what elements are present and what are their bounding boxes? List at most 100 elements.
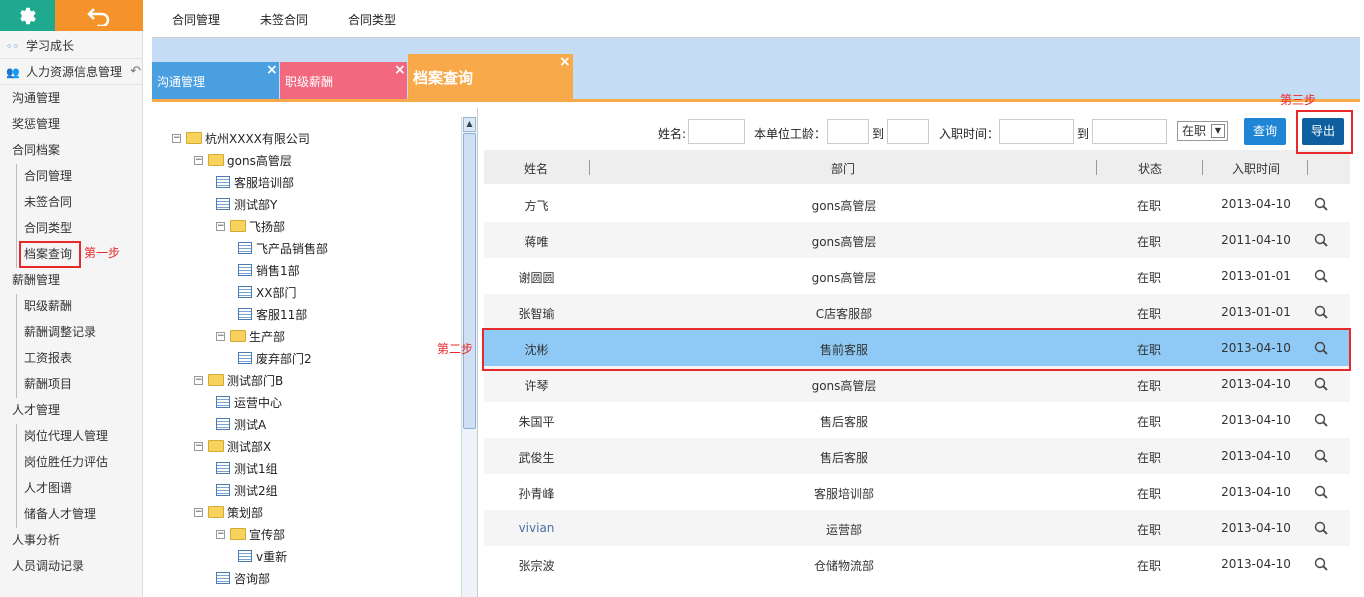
sidebar-item[interactable]: 合同档案 xyxy=(0,137,143,163)
magnifier-icon[interactable] xyxy=(1314,413,1328,427)
sidebar-item[interactable]: 人事分析 xyxy=(0,527,143,553)
close-icon[interactable]: × xyxy=(394,62,406,78)
tree-leaf-node[interactable]: 测试2组 xyxy=(216,480,278,500)
date-from-input[interactable] xyxy=(999,119,1074,144)
tenure-to-input[interactable] xyxy=(887,119,929,144)
table-row[interactable]: 谢圆圆 gons高管层 在职 2013-01-01 xyxy=(484,258,1350,294)
sidebar-item[interactable]: 薪酬调整记录 xyxy=(0,319,143,345)
magnifier-icon[interactable] xyxy=(1314,557,1328,571)
table-row[interactable]: 张宗波 仓储物流部 在职 2013-04-10 xyxy=(484,546,1350,582)
cell-date: 2013-04-10 xyxy=(1221,521,1291,535)
tree-scrollbar[interactable]: ▲ xyxy=(461,117,477,597)
sidebar-item[interactable]: 未签合同 xyxy=(0,189,143,215)
magnifier-icon[interactable] xyxy=(1314,269,1328,283)
sidebar-item[interactable]: 工资报表 xyxy=(0,345,143,371)
tree-leaf-node[interactable]: 测试1组 xyxy=(216,458,278,478)
cell-status: 在职 xyxy=(1136,451,1161,465)
scroll-thumb[interactable] xyxy=(463,133,476,429)
tree-leaf-node[interactable]: 运营中心 xyxy=(216,392,282,412)
topnav-unsigned[interactable]: 未签合同 xyxy=(260,11,308,28)
table-row[interactable]: 张智瑜 C店客服部 在职 2013-01-01 xyxy=(484,294,1350,330)
table-icon xyxy=(216,198,230,210)
tree-folder-node[interactable]: − 策划部 xyxy=(194,502,263,522)
tenure-from-input[interactable] xyxy=(827,119,869,144)
magnifier-icon[interactable] xyxy=(1314,197,1328,211)
table-row[interactable]: 孙青峰 客服培训部 在职 2013-04-10 xyxy=(484,474,1350,510)
settings-button[interactable] xyxy=(0,0,55,31)
collapse-toggle-icon[interactable]: − xyxy=(194,155,203,165)
magnifier-icon[interactable] xyxy=(1314,521,1328,535)
date-to-input[interactable] xyxy=(1092,119,1167,144)
table-row[interactable]: 许琴 gons高管层 在职 2013-04-10 xyxy=(484,366,1350,402)
topnav-contract-manage[interactable]: 合同管理 xyxy=(172,11,220,28)
tree-leaf-node[interactable]: 客服11部 xyxy=(238,304,307,324)
close-icon[interactable]: × xyxy=(266,62,278,78)
tree-folder-node[interactable]: − gons高管层 xyxy=(194,150,292,170)
magnifier-icon[interactable] xyxy=(1314,233,1328,247)
tree-folder-node[interactable]: − 杭州XXXX有限公司 xyxy=(172,128,310,148)
sidebar-item[interactable]: 岗位胜任力评估 xyxy=(0,449,143,475)
tree-leaf-node[interactable]: 测试部Y xyxy=(216,194,277,214)
magnifier-icon[interactable] xyxy=(1314,377,1328,391)
topnav-contract-type[interactable]: 合同类型 xyxy=(348,11,396,28)
table-row[interactable]: vivian 运营部 在职 2013-04-10 xyxy=(484,510,1350,546)
sidebar-item[interactable]: 储备人才管理 xyxy=(0,501,143,527)
close-icon[interactable]: × xyxy=(559,54,571,70)
collapse-toggle-icon[interactable]: − xyxy=(194,507,203,517)
tree-leaf-node[interactable]: 销售1部 xyxy=(238,260,300,280)
collapse-toggle-icon[interactable]: − xyxy=(216,331,225,341)
tree-leaf-node[interactable]: XX部门 xyxy=(238,282,296,302)
collapse-toggle-icon[interactable]: − xyxy=(216,529,225,539)
sidebar-item[interactable]: 职级薪酬 xyxy=(0,293,143,319)
collapse-toggle-icon[interactable]: − xyxy=(172,133,181,143)
back-button[interactable] xyxy=(55,0,143,31)
sidebar-item[interactable]: 人才图谱 xyxy=(0,475,143,501)
table-header: 姓名 部门 状态 入职时间 xyxy=(484,150,1350,184)
sidebar-item[interactable]: 合同类型 xyxy=(0,215,143,241)
magnifier-icon[interactable] xyxy=(1314,305,1328,319)
sidebar-item[interactable]: ◦◦ 学习成长 xyxy=(0,33,143,59)
tab-archive-query[interactable]: 档案查询 × xyxy=(408,54,573,100)
collapse-toggle-icon[interactable]: − xyxy=(194,375,203,385)
scroll-up-arrow[interactable]: ▲ xyxy=(463,117,476,132)
tree-leaf-node[interactable]: v重新 xyxy=(238,546,287,566)
sidebar-item[interactable]: 👥 人力资源信息管理 ↶ xyxy=(0,59,143,85)
sidebar-item[interactable]: 沟通管理 xyxy=(0,85,143,111)
table-row[interactable]: 武俊生 售后客服 在职 2013-04-10 xyxy=(484,438,1350,474)
status-select[interactable]: 在职 ▼ xyxy=(1177,121,1228,141)
org-tree: − 杭州XXXX有限公司 − gons高管层 客服培训部 测试部Y − 飞扬部 飞产品销售部 销售… xyxy=(152,108,478,597)
magnifier-icon[interactable] xyxy=(1314,485,1328,499)
table-icon xyxy=(216,176,230,188)
sidebar-item[interactable]: 奖惩管理 xyxy=(0,111,143,137)
tree-folder-node[interactable]: − 测试部X xyxy=(194,436,271,456)
sidebar-item[interactable]: 岗位代理人管理 xyxy=(0,423,143,449)
tree-leaf-node[interactable]: 咨询部 xyxy=(216,568,270,588)
sidebar-item[interactable]: 人才管理 xyxy=(0,397,143,423)
tab-rank-salary[interactable]: 职级薪酬 × xyxy=(280,62,407,100)
sidebar-item[interactable]: 薪酬项目 xyxy=(0,371,143,397)
folder-icon xyxy=(230,330,246,342)
undo-icon[interactable]: ↶ xyxy=(130,59,141,85)
step3-label: 第三步 xyxy=(1280,93,1317,107)
tree-folder-node[interactable]: − 飞扬部 xyxy=(216,216,285,236)
search-button[interactable]: 查询 xyxy=(1244,118,1286,145)
table-row[interactable]: 蒋唯 gons高管层 在职 2011-04-10 xyxy=(484,222,1350,258)
tree-folder-node[interactable]: − 测试部门B xyxy=(194,370,283,390)
tree-folder-node[interactable]: − 宣传部 xyxy=(216,524,285,544)
tree-folder-node[interactable]: − 生产部 xyxy=(216,326,285,346)
tree-leaf-node[interactable]: 飞产品销售部 xyxy=(238,238,328,258)
tree-leaf-node[interactable]: 废弃部门2 xyxy=(238,348,312,368)
tab-communication[interactable]: 沟通管理 × xyxy=(152,62,279,100)
table-row[interactable]: 方飞 gons高管层 在职 2013-04-10 xyxy=(484,186,1350,222)
name-input[interactable] xyxy=(688,119,745,144)
sidebar-item[interactable]: 人员调动记录 xyxy=(0,553,143,579)
tree-leaf-node[interactable]: 客服培训部 xyxy=(216,172,294,192)
table-icon xyxy=(238,264,252,276)
table-row[interactable]: 朱国平 售后客服 在职 2013-04-10 xyxy=(484,402,1350,438)
collapse-toggle-icon[interactable]: − xyxy=(194,441,203,451)
magnifier-icon[interactable] xyxy=(1314,449,1328,463)
sidebar-item[interactable]: 合同管理 xyxy=(0,163,143,189)
tree-leaf-node[interactable]: 测试A xyxy=(216,414,266,434)
sidebar-item[interactable]: 薪酬管理 xyxy=(0,267,143,293)
collapse-toggle-icon[interactable]: − xyxy=(216,221,225,231)
